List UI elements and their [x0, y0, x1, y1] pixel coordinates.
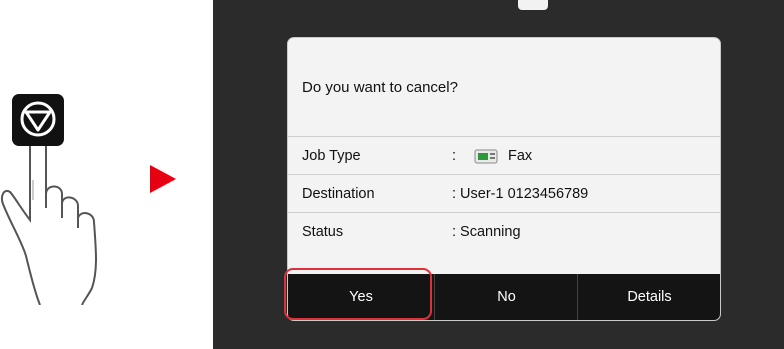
info-row-job-type: Job Type : Fax [288, 136, 720, 175]
stop-icon [12, 94, 64, 146]
no-button[interactable]: No [434, 274, 578, 320]
row-label: Destination [302, 186, 375, 202]
yes-button[interactable]: Yes [288, 274, 434, 320]
right-arrow-icon [150, 165, 176, 193]
screen-indicator [518, 0, 548, 10]
dialog-button-bar: Yes No Details [288, 274, 720, 320]
row-label: Job Type [302, 148, 361, 164]
row-colon: : [452, 148, 457, 164]
row-value: : User-1 0123456789 [452, 186, 589, 202]
dialog-question: Do you want to cancel? [302, 79, 458, 96]
info-row-destination: Destination : User-1 0123456789 [288, 174, 720, 213]
row-value: Fax [508, 148, 533, 164]
row-value: : Scanning [452, 224, 521, 240]
details-button[interactable]: Details [577, 274, 720, 320]
cancel-dialog: Do you want to cancel? Job Type : Fax De… [288, 38, 720, 320]
fax-icon [474, 149, 498, 164]
info-row-status: Status : Scanning [288, 212, 720, 251]
row-label: Status [302, 224, 344, 240]
instruction-figure: Do you want to cancel? Job Type : Fax De… [0, 0, 784, 349]
